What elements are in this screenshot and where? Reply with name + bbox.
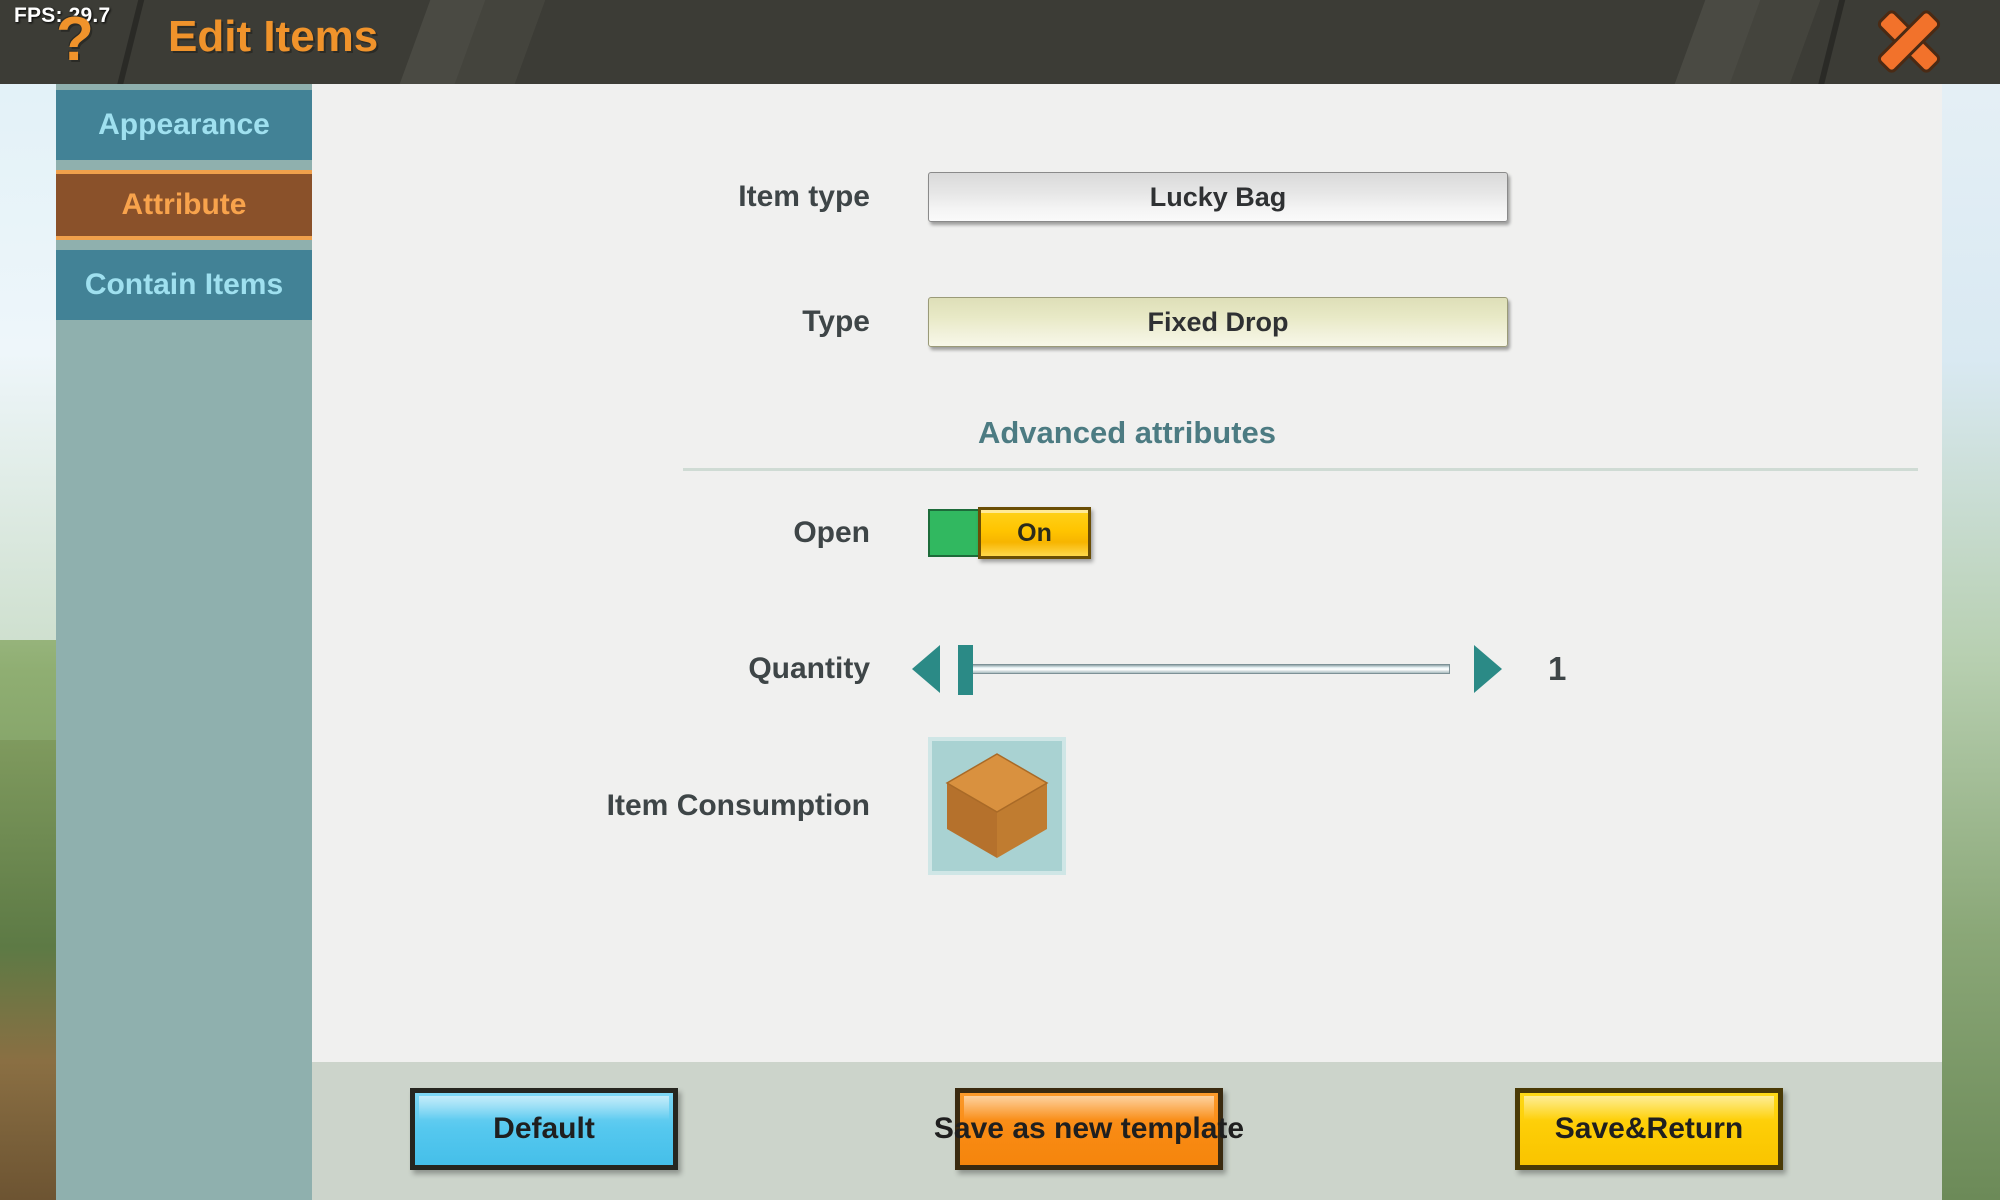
item-consumption-row: Item Consumption <box>460 737 1066 875</box>
sidebar-item-contain-items[interactable]: Contain Items <box>56 250 312 320</box>
save-as-template-button-label: Save as new template <box>933 1112 1245 1145</box>
advanced-attributes-heading: Advanced attributes <box>977 415 1276 450</box>
item-type-dropdown[interactable]: Lucky Bag <box>928 172 1508 222</box>
save-and-return-button-label: Save&Return <box>1554 1112 1744 1145</box>
slider-handle[interactable] <box>958 645 973 695</box>
item-type-label: Item type <box>738 180 870 213</box>
decrement-arrow-icon[interactable] <box>912 645 940 693</box>
wooden-crate-icon <box>945 753 1049 858</box>
slider-track[interactable] <box>958 645 1450 695</box>
type-label: Type <box>802 305 870 338</box>
sidebar-item-attribute[interactable]: Attribute <box>56 170 312 240</box>
title-bar: FPS: 29.7 ? Edit Items <box>0 0 2000 84</box>
increment-arrow-icon[interactable] <box>1474 645 1502 693</box>
sidebar-item-label: Appearance <box>98 108 270 141</box>
background-field <box>0 740 60 1200</box>
open-label: Open <box>793 516 870 549</box>
section-divider <box>683 468 1918 471</box>
page-title: Edit Items <box>168 12 379 61</box>
sidebar-item-label: Contain Items <box>84 268 284 301</box>
toggle-state-label: On <box>1017 518 1052 547</box>
quantity-value: 1 <box>1548 650 1567 687</box>
sidebar-item-label: Attribute <box>121 188 247 221</box>
quantity-label: Quantity <box>748 652 870 685</box>
open-row: Open On <box>560 507 1091 559</box>
save-as-template-button[interactable]: Save as new template <box>934 1088 1244 1170</box>
close-icon[interactable] <box>1878 10 1940 72</box>
type-value: Fixed Drop <box>1147 306 1289 337</box>
save-and-return-button[interactable]: Save&Return <box>1515 1088 1783 1170</box>
toggle-knob[interactable]: On <box>978 507 1091 559</box>
item-consumption-label: Item Consumption <box>606 789 870 822</box>
quantity-row: Quantity 1 <box>560 645 1567 695</box>
type-row: Type Fixed Drop <box>560 297 1508 347</box>
quantity-slider[interactable]: 1 <box>912 645 1567 695</box>
item-type-value: Lucky Bag <box>1149 181 1287 212</box>
default-button[interactable]: Default <box>410 1088 678 1170</box>
item-consumption-slot[interactable] <box>928 737 1066 875</box>
open-toggle[interactable]: On <box>928 507 1091 559</box>
question-mark-icon[interactable]: ? <box>56 8 94 72</box>
item-type-row: Item type Lucky Bag <box>560 172 1508 222</box>
sidebar-item-appearance[interactable]: Appearance <box>56 90 312 160</box>
titlebar-divider-right <box>1814 0 1848 84</box>
sidebar: Appearance Attribute Contain Items <box>56 84 312 1200</box>
titlebar-divider-left <box>113 0 147 84</box>
default-button-label: Default <box>493 1112 595 1145</box>
type-dropdown[interactable]: Fixed Drop <box>928 297 1508 347</box>
main-panel <box>312 84 1942 1062</box>
